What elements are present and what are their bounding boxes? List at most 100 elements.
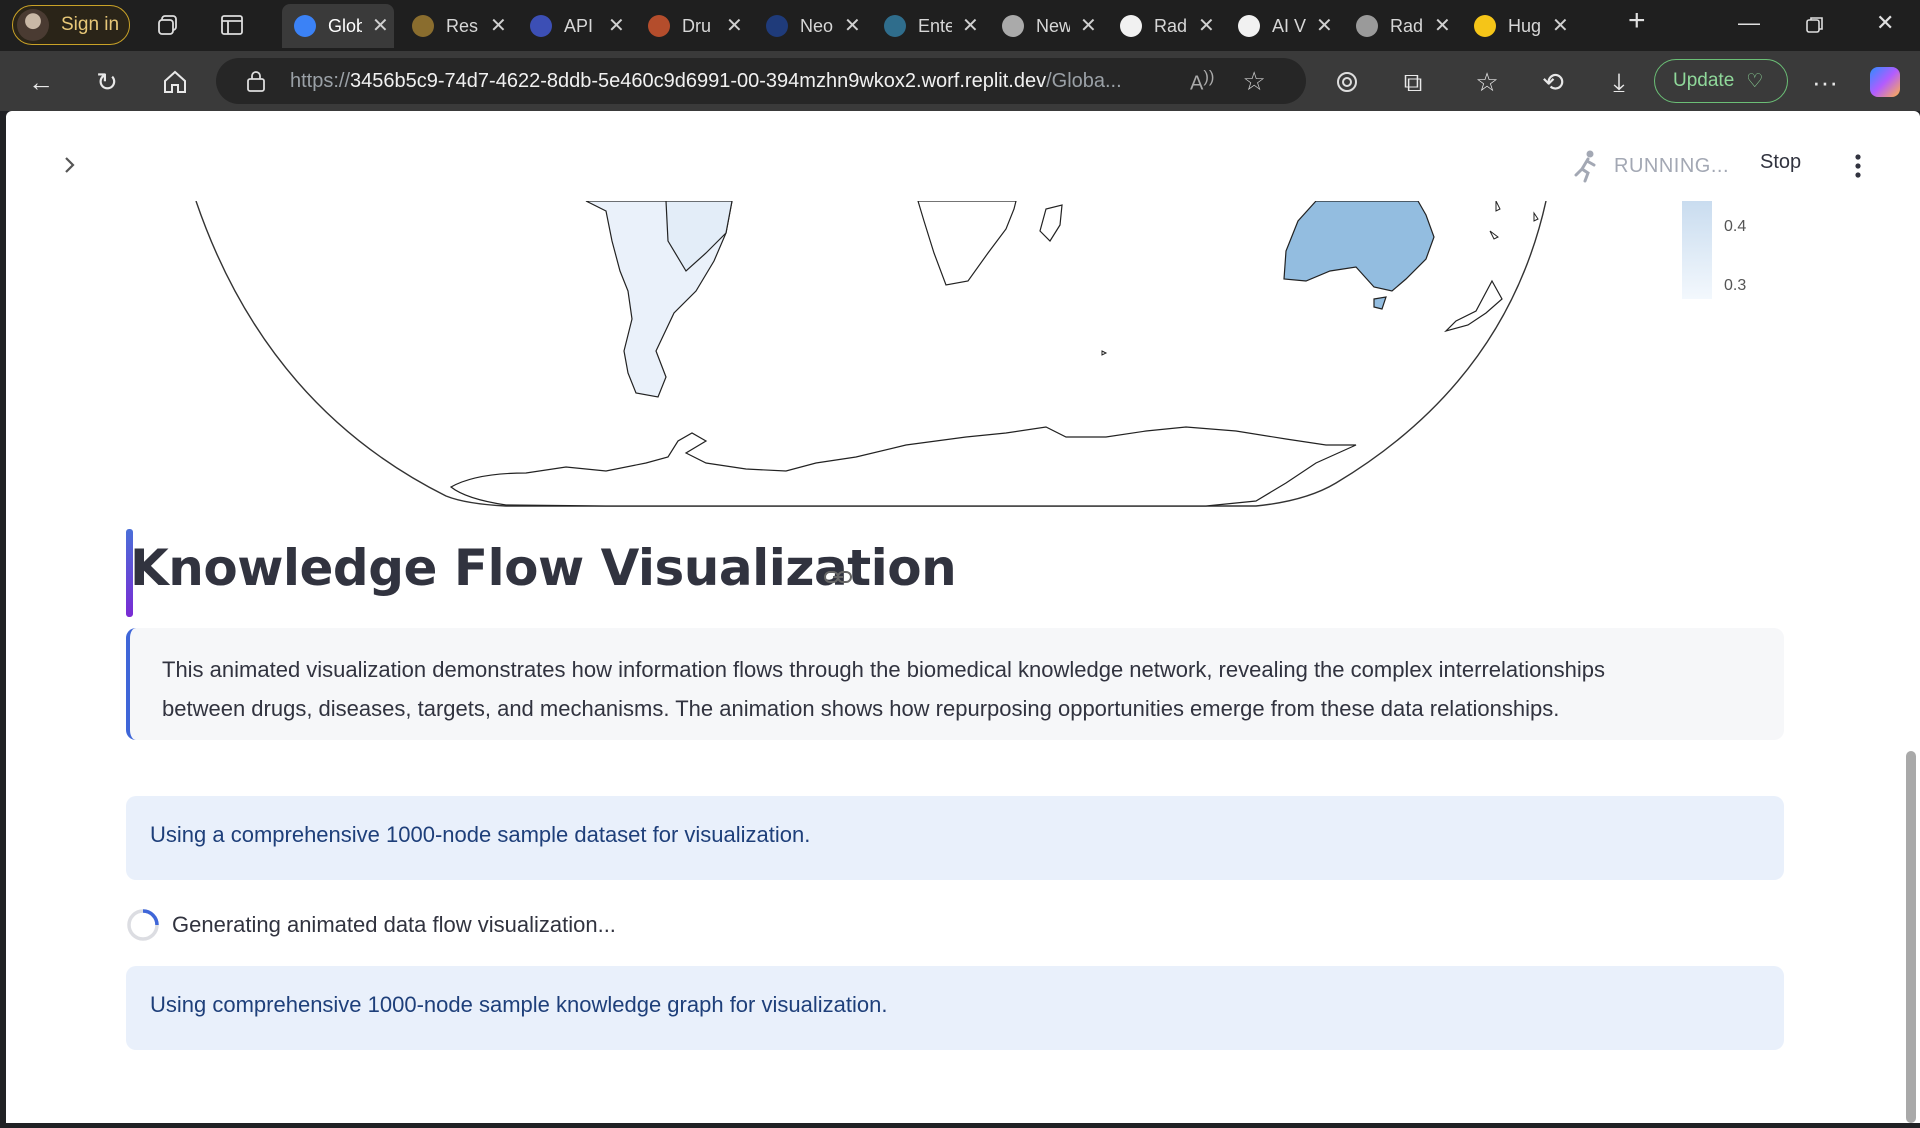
info-alert-dataset: Using a comprehensive 1000-node sample d… <box>126 796 1784 880</box>
browser-tab[interactable]: AI V ✕ <box>1226 4 1338 48</box>
tab-title: AI V <box>1272 15 1306 36</box>
loading-status: Generating animated data flow visualizat… <box>126 908 616 942</box>
minimize-icon[interactable]: — <box>1738 10 1760 36</box>
close-tab-icon[interactable]: ✕ <box>1316 16 1333 36</box>
browser-tab[interactable]: Glob ✕ <box>282 4 394 48</box>
tab-title: Neo <box>800 15 834 36</box>
history-icon[interactable]: ⟲ <box>1538 67 1568 97</box>
antarctica <box>449 426 1357 507</box>
heart-pulse-icon: ♡ <box>1746 70 1764 92</box>
colorbar-tick-label: 0.3 <box>1724 277 1747 294</box>
browser-tab[interactable]: API ✕ <box>518 4 630 48</box>
favorite-star-icon[interactable]: ☆ <box>1242 66 1265 97</box>
stop-button[interactable]: Stop <box>1760 151 1801 174</box>
close-tab-icon[interactable]: ✕ <box>1198 16 1215 36</box>
browser-tab[interactable]: Dru ✕ <box>636 4 748 48</box>
spinner-icon <box>127 909 159 941</box>
browser-tab[interactable]: Rad ✕ <box>1344 4 1456 48</box>
pause-icon <box>1238 15 1260 37</box>
close-tab-icon[interactable]: ✕ <box>844 16 861 36</box>
sign-in-button[interactable]: Sign in <box>12 5 130 45</box>
browser-tab[interactable]: Res ✕ <box>400 4 512 48</box>
openai-icon <box>1120 15 1142 37</box>
running-person-icon <box>1574 150 1596 183</box>
australia <box>1283 201 1435 292</box>
colorbar-tick-label: 0.4 <box>1724 218 1747 235</box>
streamlit-app: RUNNING... Stop 0.4 0.3 Knowledge Flow V… <box>6 111 1920 1123</box>
enterprise-icon <box>884 15 906 37</box>
hf-icon <box>412 15 434 37</box>
africa <box>917 201 1017 286</box>
status-text: RUNNING... <box>1614 154 1729 177</box>
info-alert-graph: Using comprehensive 1000-node sample kno… <box>126 966 1784 1050</box>
openai-icon <box>1356 15 1378 37</box>
chevron-right-icon[interactable] <box>58 153 82 177</box>
description-line: This animated visualization demonstrates… <box>162 657 1605 682</box>
tab-actions-icon[interactable] <box>220 13 244 37</box>
lock-icon[interactable] <box>246 70 266 92</box>
url-path: /Globa... <box>1046 69 1122 92</box>
close-tab-icon[interactable]: ✕ <box>372 16 389 36</box>
browser-tab[interactable]: Hug ✕ <box>1462 4 1574 48</box>
browser-tab[interactable]: Neo ✕ <box>754 4 866 48</box>
tab-title: API <box>564 15 594 36</box>
close-tab-icon[interactable]: ✕ <box>1434 16 1451 36</box>
main-menu-icon[interactable] <box>1854 153 1862 179</box>
close-tab-icon[interactable]: ✕ <box>962 16 979 36</box>
address-bar[interactable]: https://3456b5c9-74d7-4622-8ddb-5e460c9d… <box>216 58 1306 104</box>
refresh-icon[interactable]: ↻ <box>92 67 122 97</box>
description-line: between drugs, diseases, targets, and me… <box>162 696 1560 721</box>
copilot-icon[interactable] <box>1870 67 1900 97</box>
neo-icon <box>766 15 788 37</box>
tab-title: Res <box>446 15 479 36</box>
workspaces-icon[interactable] <box>156 13 180 37</box>
description-callout: This animated visualization demonstrates… <box>126 628 1784 740</box>
spinner-text: Generating animated data flow visualizat… <box>172 912 616 937</box>
running-indicator: RUNNING... <box>1570 149 1729 183</box>
close-tab-icon[interactable]: ✕ <box>608 16 625 36</box>
tab-title: Ente <box>918 15 952 36</box>
page-title: Knowledge Flow Visualization <box>130 539 957 597</box>
browser-tab[interactable]: New ✕ <box>990 4 1102 48</box>
tab-title: New <box>1036 15 1070 36</box>
home-icon[interactable] <box>160 67 190 97</box>
tab-title: Glob <box>328 15 362 36</box>
back-icon[interactable]: ← <box>26 67 56 97</box>
anchor-link-icon[interactable] <box>824 569 852 585</box>
url-text: https://3456b5c9-74d7-4622-8ddb-5e460c9d… <box>290 70 1170 93</box>
close-tab-icon[interactable]: ✕ <box>490 16 507 36</box>
api-icon <box>530 15 552 37</box>
close-tab-icon[interactable]: ✕ <box>726 16 743 36</box>
page-scrollbar[interactable] <box>1906 751 1916 1123</box>
read-aloud-icon[interactable]: A)) <box>1190 67 1214 96</box>
tab-title: Dru <box>682 15 712 36</box>
update-button[interactable]: Update ♡ <box>1654 59 1788 103</box>
colorbar <box>1682 201 1712 299</box>
chatgpt-extension-icon[interactable] <box>1332 67 1362 97</box>
url-host: 3456b5c9-74d7-4622-8ddb-5e460c9d6991-00-… <box>350 69 1047 92</box>
new-tab-icon[interactable]: + <box>1628 4 1646 38</box>
newtab-icon <box>1002 15 1024 37</box>
browser-tab[interactable]: Ente ✕ <box>872 4 984 48</box>
more-options-icon[interactable]: ··· <box>1810 67 1840 97</box>
close-window-icon[interactable]: ✕ <box>1876 10 1894 36</box>
favorites-icon[interactable]: ☆ <box>1472 67 1502 97</box>
browser-tab-strip: Sign in Glob ✕ Res ✕ API ✕ Dru ✕ Neo ✕ Ente ✕ New ✕ Ra… <box>0 0 1920 51</box>
close-tab-icon[interactable]: ✕ <box>1080 16 1097 36</box>
avatar <box>17 9 49 41</box>
tab-title: Hug <box>1508 15 1542 36</box>
restore-icon[interactable] <box>1806 16 1824 34</box>
drug-icon <box>648 15 670 37</box>
url-prefix: https:// <box>290 69 351 92</box>
downloads-icon[interactable]: ⤓ <box>1604 67 1634 97</box>
tab-title: Rad <box>1390 15 1424 36</box>
world-map[interactable] <box>6 201 1920 521</box>
extensions-icon[interactable]: ⧉ <box>1398 67 1428 97</box>
update-label: Update <box>1673 70 1735 91</box>
globe-icon <box>294 15 316 37</box>
close-tab-icon[interactable]: ✕ <box>1552 16 1569 36</box>
browser-tab[interactable]: Rad ✕ <box>1108 4 1220 48</box>
sign-in-label: Sign in <box>61 14 120 35</box>
hugging-face-icon <box>1474 15 1496 37</box>
browser-toolbar: ← ↻ https://3456b5c9-74d7-4622-8ddb-5e46… <box>0 51 1920 111</box>
